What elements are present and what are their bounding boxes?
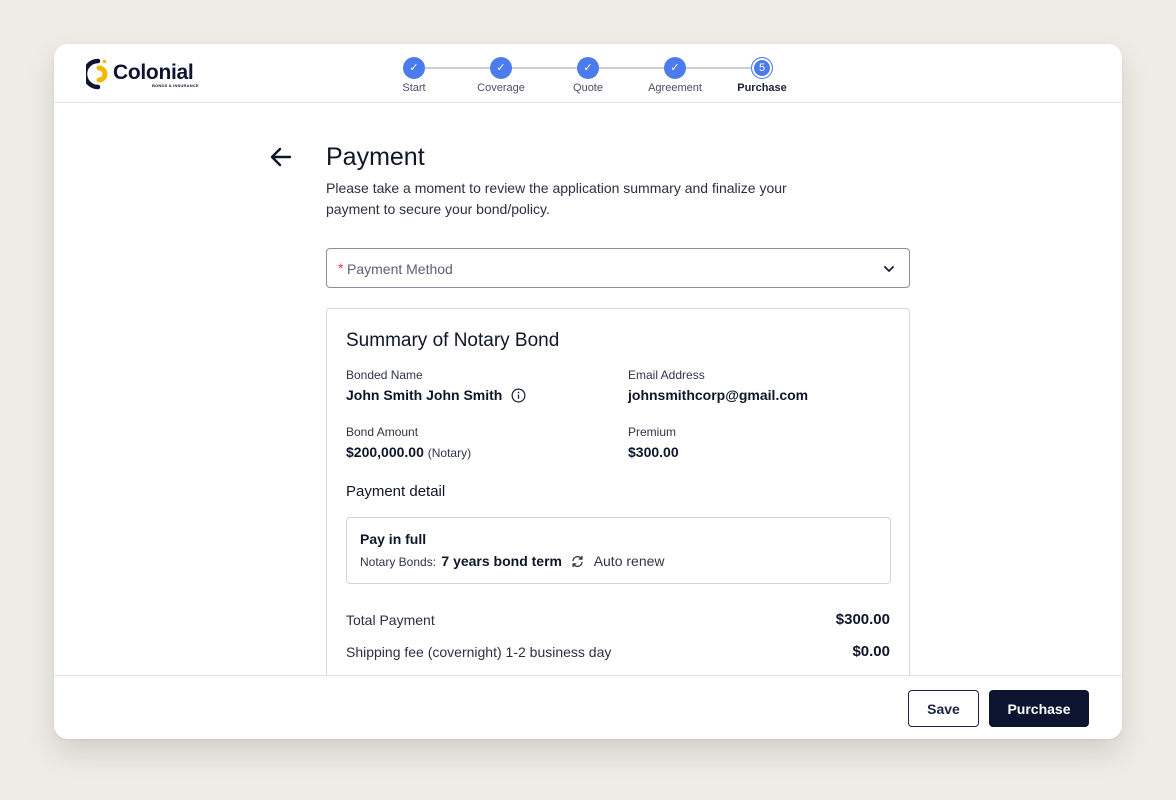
- step-label: Purchase: [737, 82, 787, 94]
- payment-plan-box[interactable]: Pay in full Notary Bonds: 7 years bond t…: [346, 517, 891, 584]
- app-window: Colonial BONDS & INSURANCE ✓ Start ✓ Cov…: [54, 44, 1122, 739]
- brand-name: Colonial: [113, 61, 194, 84]
- total-payment-label: Total Payment: [346, 612, 435, 628]
- step-label: Agreement: [648, 82, 702, 94]
- bond-amount-text: $200,000.00: [346, 444, 424, 460]
- step-coverage[interactable]: ✓ Coverage: [461, 55, 541, 94]
- bond-summary-card: Summary of Notary Bond Bonded Name John …: [326, 308, 910, 728]
- bond-amount-value: $200,000.00 (Notary): [346, 444, 471, 460]
- step-quote[interactable]: ✓ Quote: [548, 55, 628, 94]
- step-label: Coverage: [477, 82, 525, 94]
- top-bar: Colonial BONDS & INSURANCE ✓ Start ✓ Cov…: [54, 44, 1122, 103]
- brand-tagline: BONDS & INSURANCE: [152, 83, 199, 88]
- step-purchase[interactable]: 5 Purchase: [722, 55, 802, 94]
- payment-method-placeholder: Payment Method: [347, 261, 453, 277]
- progress-stepper: ✓ Start ✓ Coverage ✓ Quote ✓ Agreement 5…: [384, 55, 804, 97]
- refresh-icon: [572, 555, 583, 568]
- shipping-fee-value: $0.00: [852, 643, 890, 660]
- bond-term: 7 years bond term: [441, 553, 562, 569]
- shipping-fee-label: Shipping fee (covernight) 1-2 business d…: [346, 644, 612, 660]
- auto-renew-label: Auto renew: [593, 553, 665, 569]
- bonded-name-text: John Smith John Smith: [346, 387, 503, 403]
- summary-title: Summary of Notary Bond: [346, 330, 560, 351]
- step-start[interactable]: ✓ Start: [374, 55, 454, 94]
- bonded-name-value: John Smith John Smith: [346, 387, 526, 403]
- payment-detail-title: Payment detail: [346, 483, 446, 500]
- chevron-down-icon: [884, 266, 894, 272]
- info-icon[interactable]: [511, 388, 526, 403]
- payment-method-select[interactable]: * Payment Method: [326, 248, 910, 288]
- premium-label: Premium: [628, 425, 677, 439]
- premium-value: $300.00: [628, 444, 679, 460]
- check-icon: ✓: [664, 57, 686, 79]
- save-button[interactable]: Save: [908, 690, 979, 727]
- check-icon: ✓: [490, 57, 512, 79]
- bond-amount-note: (Notary): [427, 446, 472, 460]
- step-number: 5: [751, 57, 773, 79]
- email-value: johnsmithcorp@gmail.com: [628, 387, 809, 403]
- colonial-logo-icon: [86, 58, 108, 90]
- purchase-button[interactable]: Purchase: [989, 690, 1089, 727]
- back-arrow-icon[interactable]: [268, 144, 294, 170]
- step-agreement[interactable]: ✓ Agreement: [635, 55, 715, 94]
- payment-plan-name: Pay in full: [360, 531, 427, 547]
- payment-plan-details: Notary Bonds: 7 years bond term Auto ren…: [360, 553, 665, 569]
- action-footer: Save Purchase: [54, 675, 1122, 739]
- page-subtitle: Please take a moment to review the appli…: [326, 180, 787, 217]
- step-label: Quote: [573, 82, 603, 94]
- check-icon: ✓: [577, 57, 599, 79]
- check-icon: ✓: [403, 57, 425, 79]
- page-title: Payment: [326, 143, 425, 171]
- email-label: Email Address: [628, 368, 705, 382]
- required-marker: *: [338, 260, 344, 276]
- bonded-name-label: Bonded Name: [346, 368, 423, 382]
- plan-line-label: Notary Bonds:: [360, 555, 437, 569]
- step-label: Start: [402, 82, 426, 94]
- bond-amount-label: Bond Amount: [346, 425, 419, 439]
- total-payment-value: $300.00: [835, 611, 890, 628]
